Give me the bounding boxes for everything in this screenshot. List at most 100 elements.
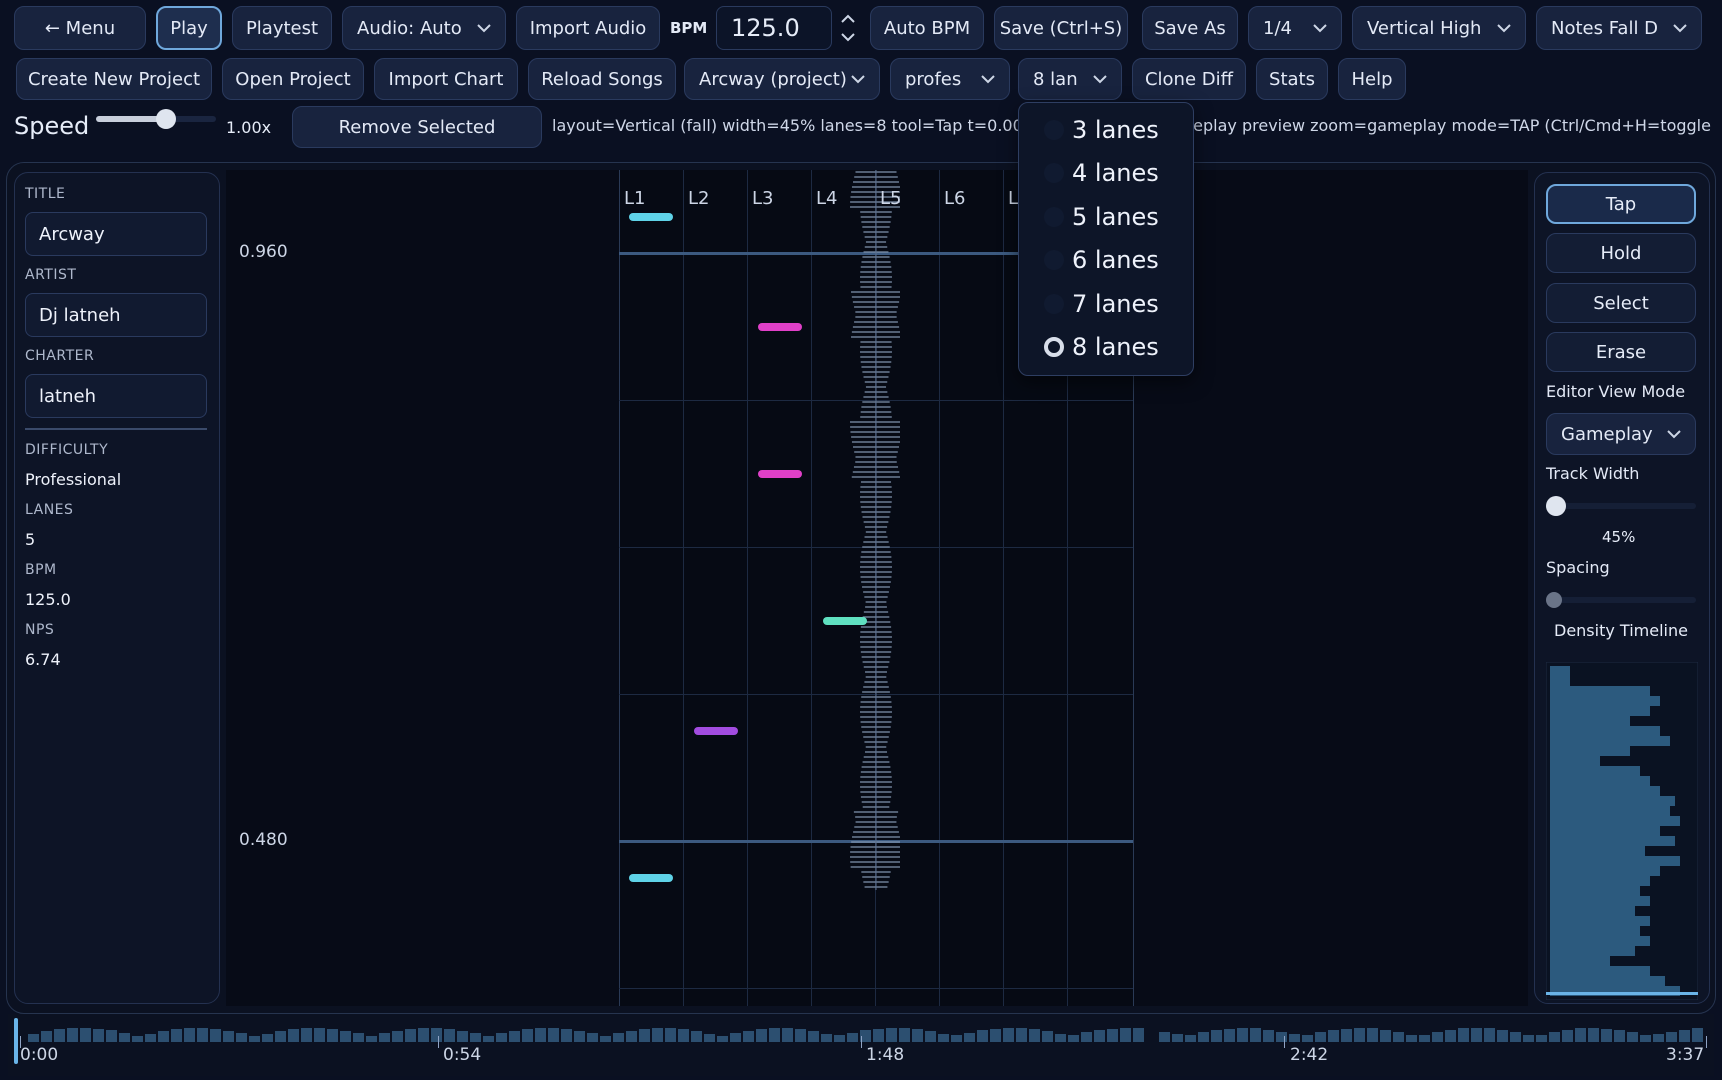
- lanes-option-7[interactable]: 7 lanes: [1044, 290, 1159, 318]
- project-select[interactable]: Arcway (project): [684, 58, 880, 100]
- timeline-bar: [80, 1028, 91, 1042]
- bpm-input[interactable]: 125.0: [716, 6, 832, 50]
- timeline-bar: [1185, 1035, 1196, 1042]
- timeline-bar: [288, 1029, 299, 1042]
- help-button[interactable]: Help: [1338, 58, 1406, 100]
- auto-bpm-button[interactable]: Auto BPM: [870, 6, 984, 50]
- timeline-bar: [1536, 1035, 1547, 1042]
- spacing-thumb[interactable]: [1546, 592, 1562, 608]
- timeline-bar: [1328, 1030, 1339, 1042]
- save-button[interactable]: Save (Ctrl+S): [994, 6, 1128, 50]
- lanes-option-8[interactable]: 8 lanes: [1044, 333, 1159, 361]
- select-tool-button[interactable]: Select: [1546, 283, 1696, 323]
- timeline-bar: [67, 1028, 78, 1042]
- layout-select[interactable]: Vertical High: [1352, 6, 1526, 50]
- hold-tool-button[interactable]: Hold: [1546, 233, 1696, 273]
- timeline-bar: [1393, 1032, 1404, 1042]
- status-text: layout=Vertical (fall) width=45% lanes=8…: [552, 116, 1033, 135]
- spacing-slider[interactable]: [1546, 589, 1696, 611]
- clone-diff-button[interactable]: Clone Diff: [1132, 58, 1246, 100]
- lanes-select[interactable]: 8 lan: [1018, 58, 1122, 100]
- speed-slider-thumb[interactable]: [156, 109, 176, 129]
- title-input[interactable]: Arcway: [25, 212, 207, 256]
- erase-tool-button[interactable]: Erase: [1546, 332, 1696, 372]
- timeline-bar: [1549, 1032, 1560, 1042]
- tap-tool-button[interactable]: Tap: [1546, 184, 1696, 224]
- snap-select-label: 1/4: [1263, 17, 1292, 39]
- timeline-bar: [392, 1031, 403, 1042]
- timeline-bar: [119, 1033, 130, 1042]
- create-project-button[interactable]: Create New Project: [16, 58, 212, 100]
- speed-slider[interactable]: [96, 108, 216, 130]
- time-marker: 0.960: [239, 242, 288, 262]
- density-bar: [1550, 696, 1660, 706]
- density-bar: [1550, 926, 1640, 936]
- chevron-down-icon: [979, 70, 997, 88]
- density-bar: [1550, 786, 1660, 796]
- timeline-bar: [964, 1033, 975, 1042]
- density-bar: [1550, 946, 1635, 956]
- timeline-bar: [678, 1029, 689, 1042]
- timeline-bar: [1419, 1035, 1430, 1042]
- lanes-option-6[interactable]: 6 lanes: [1044, 246, 1159, 274]
- tap-note[interactable]: [694, 727, 738, 735]
- import-audio-button[interactable]: Import Audio: [516, 6, 660, 50]
- timeline-bar: [899, 1028, 910, 1042]
- timeline-bar: [925, 1031, 936, 1042]
- nps-label: NPS: [25, 622, 55, 638]
- timeline-bar: [1289, 1034, 1300, 1042]
- stats-button[interactable]: Stats: [1256, 58, 1328, 100]
- lanes-option-3[interactable]: 3 lanes: [1044, 116, 1159, 144]
- direction-select-label: Notes Fall D: [1551, 17, 1659, 39]
- menu-button[interactable]: ← Menu: [14, 6, 146, 50]
- timeline-bar: [249, 1036, 260, 1042]
- timeline-bar: [197, 1028, 208, 1042]
- tap-note[interactable]: [823, 617, 867, 625]
- timeline-bar: [1614, 1030, 1625, 1042]
- timeline-bar: [457, 1031, 468, 1042]
- reload-songs-button[interactable]: Reload Songs: [528, 58, 676, 100]
- charter-input[interactable]: latneh: [25, 374, 207, 418]
- time-marker: 0.480: [239, 830, 288, 850]
- direction-select[interactable]: Notes Fall D: [1536, 6, 1702, 50]
- lane-label-2: L2: [688, 188, 710, 209]
- lane-label-6: L6: [944, 188, 966, 209]
- tap-note[interactable]: [758, 323, 802, 331]
- lane-label-4: L4: [816, 188, 838, 209]
- save-as-button[interactable]: Save As: [1142, 6, 1238, 50]
- speed-label: Speed: [14, 112, 90, 140]
- timeline-bar: [1432, 1032, 1443, 1042]
- playtest-button[interactable]: Playtest: [232, 6, 332, 50]
- density-bar: [1550, 676, 1570, 686]
- timeline-bar: [1224, 1029, 1235, 1042]
- artist-input[interactable]: Dj latneh: [25, 293, 207, 337]
- snap-select[interactable]: 1/4: [1248, 6, 1342, 50]
- remove-selected-button[interactable]: Remove Selected: [292, 106, 542, 148]
- lane-label-1: L1: [624, 188, 646, 209]
- timeline-bar: [1380, 1030, 1391, 1042]
- open-project-button[interactable]: Open Project: [222, 58, 364, 100]
- lane-label-7: L: [1008, 188, 1019, 209]
- timeline-bar: [873, 1029, 884, 1042]
- track-width-thumb[interactable]: [1546, 496, 1566, 516]
- difficulty-select[interactable]: profes: [890, 58, 1010, 100]
- playhead[interactable]: [14, 1018, 18, 1064]
- tap-note[interactable]: [629, 213, 673, 221]
- view-mode-select[interactable]: Gameplay: [1546, 413, 1696, 455]
- timeline-bar: [652, 1028, 663, 1042]
- timeline-bar: [1588, 1028, 1599, 1042]
- lane-divider: [747, 170, 748, 1006]
- timeline-bar: [1692, 1028, 1703, 1042]
- timeline-bar: [1471, 1028, 1482, 1042]
- bpm-meta-value: 125.0: [25, 590, 71, 609]
- lanes-option-4[interactable]: 4 lanes: [1044, 159, 1159, 187]
- timeline-bar: [535, 1028, 546, 1042]
- import-chart-button[interactable]: Import Chart: [374, 58, 518, 100]
- tap-note[interactable]: [629, 874, 673, 882]
- lanes-option-5[interactable]: 5 lanes: [1044, 203, 1159, 231]
- track-width-slider[interactable]: [1546, 495, 1696, 517]
- play-button[interactable]: Play: [156, 6, 222, 50]
- tap-note[interactable]: [758, 470, 802, 478]
- bpm-stepper[interactable]: [838, 8, 858, 48]
- audio-select[interactable]: Audio: Auto: [342, 6, 506, 50]
